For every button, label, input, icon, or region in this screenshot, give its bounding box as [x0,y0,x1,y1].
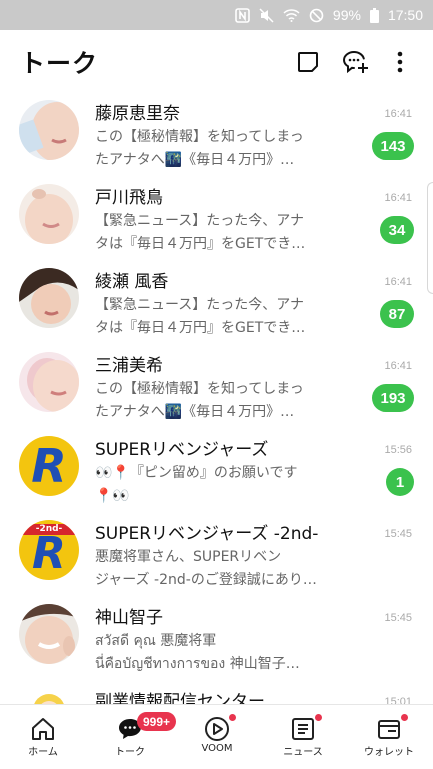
chat-preview: この【極秘情報】を知ってしまっ たアナタへ🌃《毎日４万円》… [95,378,325,424]
voom-notify-dot [229,714,236,721]
avatar [19,688,79,704]
chat-name: 副業情報配信センター [95,692,265,704]
unread-badge: 143 [372,132,414,160]
chat-preview-line: 【緊急ニュース】たった今、アナ [95,213,305,229]
wifi-icon [283,9,300,22]
unread-badge: 87 [380,300,414,328]
chat-plus-icon [342,51,368,74]
chat-preview: 【緊急ニュース】たった今、アナ タは『毎日４万円』をGETでき… [95,210,325,256]
bottom-nav: ホーム トーク 999+ VOOM ニュース ウォレット [0,704,433,769]
battery-icon [369,7,379,23]
battery-percent: 99% [332,7,361,23]
nav-talk-label: トーク [115,747,145,758]
avatar [19,184,79,244]
unread-badge: 1 [386,468,414,496]
chat-name: 神山智子 [95,608,163,628]
chat-preview-line: タは『毎日４万円』をGETでき… [95,320,306,336]
chat-preview-line: 📍👀 [95,488,130,504]
avatar [19,604,79,664]
nfc-icon [235,7,250,23]
new-chat-button[interactable] [293,47,323,77]
avatar [19,268,79,328]
chat-time: 15:45 [384,612,412,624]
news-notify-dot [315,714,322,721]
chat-name: 戸川飛鳥 [95,188,163,208]
chat-name: SUPERリベンジャーズ -2nd- [95,524,319,544]
chat-preview: この【極秘情報】を知ってしまっ たアナタへ🌃《毎日４万円》… [95,126,325,172]
chat-preview-line: この【極秘情報】を知ってしまっ [95,381,304,397]
talk-unread-badge: 999+ [137,712,177,731]
chat-preview-line: นี่คือบัญชีทางการของ 神山智子… [95,656,300,672]
page-title: トーク [20,49,99,78]
unread-badge: 34 [380,216,414,244]
chat-preview-line: 悪魔将軍さん、SUPERリベン [95,549,282,565]
chat-row[interactable]: 藤原恵里奈 この【極秘情報】を知ってしまっ たアナタへ🌃《毎日４万円》… 16:… [0,96,433,180]
wallet-notify-dot [401,714,408,721]
chat-name: SUPERリベンジャーズ [95,440,269,460]
chat-preview-line: タは『毎日４万円』をGETでき… [95,236,306,252]
status-bar: 99% 17:50 [0,0,433,30]
chat-preview-line: 👀📍『ピン留め』のお願いです [95,465,298,481]
chat-time: 15:45 [384,528,412,540]
chat-row[interactable]: 三浦美希 この【極秘情報】を知ってしまっ たアナタへ🌃《毎日４万円》… 16:4… [0,348,433,432]
chat-preview-line: たアナタへ🌃《毎日４万円》… [95,404,295,420]
logo-letter: R [32,528,66,579]
nav-wallet-label: ウォレット [364,747,414,758]
chat-time: 16:41 [384,360,412,372]
avatar: R [19,436,79,496]
chat-time: 16:41 [384,192,412,204]
nav-voom[interactable]: VOOM [182,705,252,769]
status-time: 17:50 [387,7,423,23]
chat-preview-line: สวัสดี คุณ 悪魔将軍 [95,633,217,649]
chat-preview-line: たアナタへ🌃《毎日４万円》… [95,152,295,168]
chat-row[interactable]: R -2nd- SUPERリベンジャーズ -2nd- 悪魔将軍さん、SUPERリ… [0,516,433,600]
chat-preview: 【緊急ニュース】たった今、アナ タは『毎日４万円』をGETでき… [95,294,325,340]
nav-news[interactable]: ニュース [268,705,338,769]
avatar: R -2nd- [19,520,79,580]
chat-time: 16:41 [384,108,412,120]
nav-wallet[interactable]: ウォレット [354,705,424,769]
chat-row[interactable]: 綾瀬 風香 【緊急ニュース】たった今、アナ タは『毎日４万円』をGETでき… 1… [0,264,433,348]
chat-name: 綾瀬 風香 [95,272,169,292]
avatar [19,100,79,160]
chat-time: 16:41 [384,276,412,288]
chat-preview: สวัสดี คุณ 悪魔将軍 นี่คือบัญชีทางการของ 神山智… [95,630,325,676]
chat-preview-line: ジャーズ -2nd-のご登録誠にあり… [95,572,317,588]
mute-icon [259,7,274,23]
voom-play-icon [205,717,229,741]
chat-time: 15:56 [384,444,412,456]
news-icon [292,718,314,740]
nav-news-label: ニュース [283,747,323,758]
chat-row[interactable]: 神山智子 สวัสดี คุณ 悪魔将軍 นี่คือบัญชีทางการขอ… [0,600,433,684]
chat-name: 三浦美希 [95,356,163,376]
chat-preview-line: この【極秘情報】を知ってしまっ [95,129,304,145]
do-not-disturb-icon [309,8,324,22]
unread-badge: 193 [372,384,414,412]
nav-voom-label: VOOM [201,743,233,754]
nav-home[interactable]: ホーム [8,705,78,769]
logo-letter: R [31,439,67,493]
chat-row[interactable]: 戸川飛鳥 【緊急ニュース】たった今、アナ タは『毎日４万円』をGETでき… 16… [0,180,433,264]
more-menu-button[interactable] [385,47,415,77]
header: トーク [0,30,433,92]
chat-bubble-icon [298,52,318,72]
chat-preview: 悪魔将軍さん、SUPERリベン ジャーズ -2nd-のご登録誠にあり… [95,546,325,592]
chat-time: 15:01 [384,696,412,704]
chat-row[interactable]: R SUPERリベンジャーズ 👀📍『ピン留め』のお願いです 📍👀 15:56 1 [0,432,433,516]
create-group-button[interactable] [341,47,371,77]
wallet-icon [378,720,400,739]
more-vertical-icon [397,51,403,73]
chat-row[interactable]: 副業情報配信センター 15:01 [0,684,433,704]
logo-tag: -2nd- [19,524,79,535]
scroll-indicator[interactable] [427,182,433,294]
avatar [19,352,79,412]
nav-home-label: ホーム [28,747,58,758]
chat-name: 藤原恵里奈 [95,104,180,124]
chat-list[interactable]: 藤原恵里奈 この【極秘情報】を知ってしまっ たアナタへ🌃《毎日４万円》… 16:… [0,92,433,704]
chat-preview: 👀📍『ピン留め』のお願いです 📍👀 [95,462,325,508]
chat-preview-line: 【緊急ニュース】たった今、アナ [95,297,305,313]
home-icon [32,718,54,740]
